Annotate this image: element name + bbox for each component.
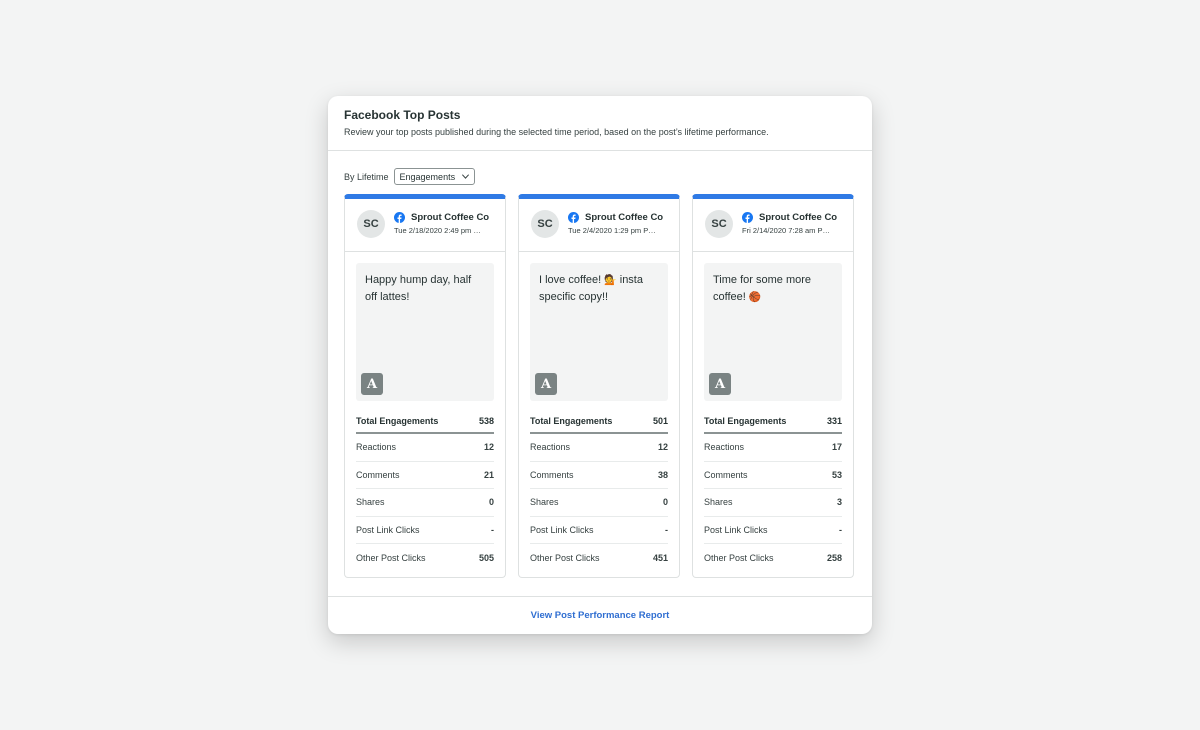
metric-shares: Shares 3 [704, 489, 842, 517]
metric-other-post-clicks: Other Post Clicks 451 [530, 552, 668, 563]
post-preview[interactable]: Time for some more coffee! 🏀 A [704, 263, 842, 401]
post-cards: SC Sprout Coffee Co Tue 2/18/2020 2:49 p… [344, 194, 854, 578]
post-card[interactable]: SC Sprout Coffee Co Fri 2/14/2020 7:28 a… [692, 194, 854, 578]
post-metrics: Total Engagements 331 Reactions 17 Comment… [704, 410, 842, 572]
post-timestamp: Fri 2/14/2020 7:28 am P… [742, 226, 830, 235]
letter-a-icon: A [361, 373, 383, 395]
widget-title: Facebook Top Posts [344, 108, 461, 122]
metric-comments: Comments 53 [704, 462, 842, 489]
avatar: SC [357, 210, 385, 238]
metric-total-engagements: Total Engagements 331 [704, 410, 842, 434]
view-post-performance-report-link[interactable]: View Post Performance Report [531, 610, 670, 621]
metric-select-value: Engagements [399, 171, 456, 182]
widget-subtitle: Review your top posts published during t… [344, 127, 769, 137]
post-text: Time for some more coffee! 🏀 [713, 274, 812, 303]
chevron-down-icon [462, 174, 470, 179]
facebook-icon [742, 212, 753, 223]
metric-reactions: Reactions 12 [530, 434, 668, 462]
post-card[interactable]: SC Sprout Coffee Co Tue 2/4/2020 1:29 pm… [518, 194, 680, 578]
post-preview[interactable]: I love coffee! 💁 insta specific copy!! A [530, 263, 668, 401]
metric-select[interactable]: Engagements [393, 168, 476, 185]
metric-shares: Shares 0 [356, 489, 494, 517]
account-name: Sprout Coffee Co [411, 212, 490, 223]
widget-footer: View Post Performance Report [328, 596, 872, 634]
post-timestamp: Tue 2/18/2020 2:49 pm … [394, 226, 481, 235]
metric-other-post-clicks: Other Post Clicks 505 [356, 552, 494, 563]
metric-reactions: Reactions 12 [356, 434, 494, 462]
facebook-icon [394, 212, 405, 223]
avatar: SC [531, 210, 559, 238]
metric-reactions: Reactions 17 [704, 434, 842, 462]
post-card[interactable]: SC Sprout Coffee Co Tue 2/18/2020 2:49 p… [344, 194, 506, 578]
post-preview[interactable]: Happy hump day, half off lattes! A [356, 263, 494, 401]
emoji: 💁 [604, 275, 617, 286]
post-metrics: Total Engagements 538 Reactions 12 Comment… [356, 410, 494, 572]
post-metrics: Total Engagements 501 Reactions 12 Comment… [530, 410, 668, 572]
emoji: 🏀 [748, 292, 762, 303]
post-text: Happy hump day, half off lattes! [365, 274, 472, 303]
metric-comments: Comments 21 [356, 462, 494, 489]
letter-a-icon: A [535, 373, 557, 395]
metric-comments: Comments 38 [530, 462, 668, 489]
metric-total-engagements: Total Engagements 501 [530, 410, 668, 434]
avatar: SC [705, 210, 733, 238]
post-timestamp: Tue 2/4/2020 1:29 pm P… [568, 226, 656, 235]
post-card-header: SC Sprout Coffee Co Fri 2/14/2020 7:28 a… [693, 199, 853, 252]
account-name: Sprout Coffee Co [585, 212, 664, 223]
top-posts-widget: Facebook Top Posts Review your top posts… [328, 96, 872, 634]
post-card-header: SC Sprout Coffee Co Tue 2/18/2020 2:49 p… [345, 199, 505, 252]
metric-post-link-clicks: Post Link Clicks - [704, 517, 842, 544]
letter-a-icon: A [709, 373, 731, 395]
metric-shares: Shares 0 [530, 489, 668, 517]
facebook-icon [568, 212, 579, 223]
metric-total-engagements: Total Engagements 538 [356, 410, 494, 434]
filter-row: By Lifetime Engagements [344, 168, 476, 185]
metric-other-post-clicks: Other Post Clicks 258 [704, 552, 842, 563]
metric-post-link-clicks: Post Link Clicks - [356, 517, 494, 544]
account-name: Sprout Coffee Co [759, 212, 838, 223]
post-text: I love coffee! 💁 insta specific copy!! [539, 274, 643, 303]
filter-label: By Lifetime [344, 171, 389, 182]
widget-header: Facebook Top Posts Review your top posts… [328, 96, 872, 151]
metric-post-link-clicks: Post Link Clicks - [530, 517, 668, 544]
post-card-header: SC Sprout Coffee Co Tue 2/4/2020 1:29 pm… [519, 199, 679, 252]
